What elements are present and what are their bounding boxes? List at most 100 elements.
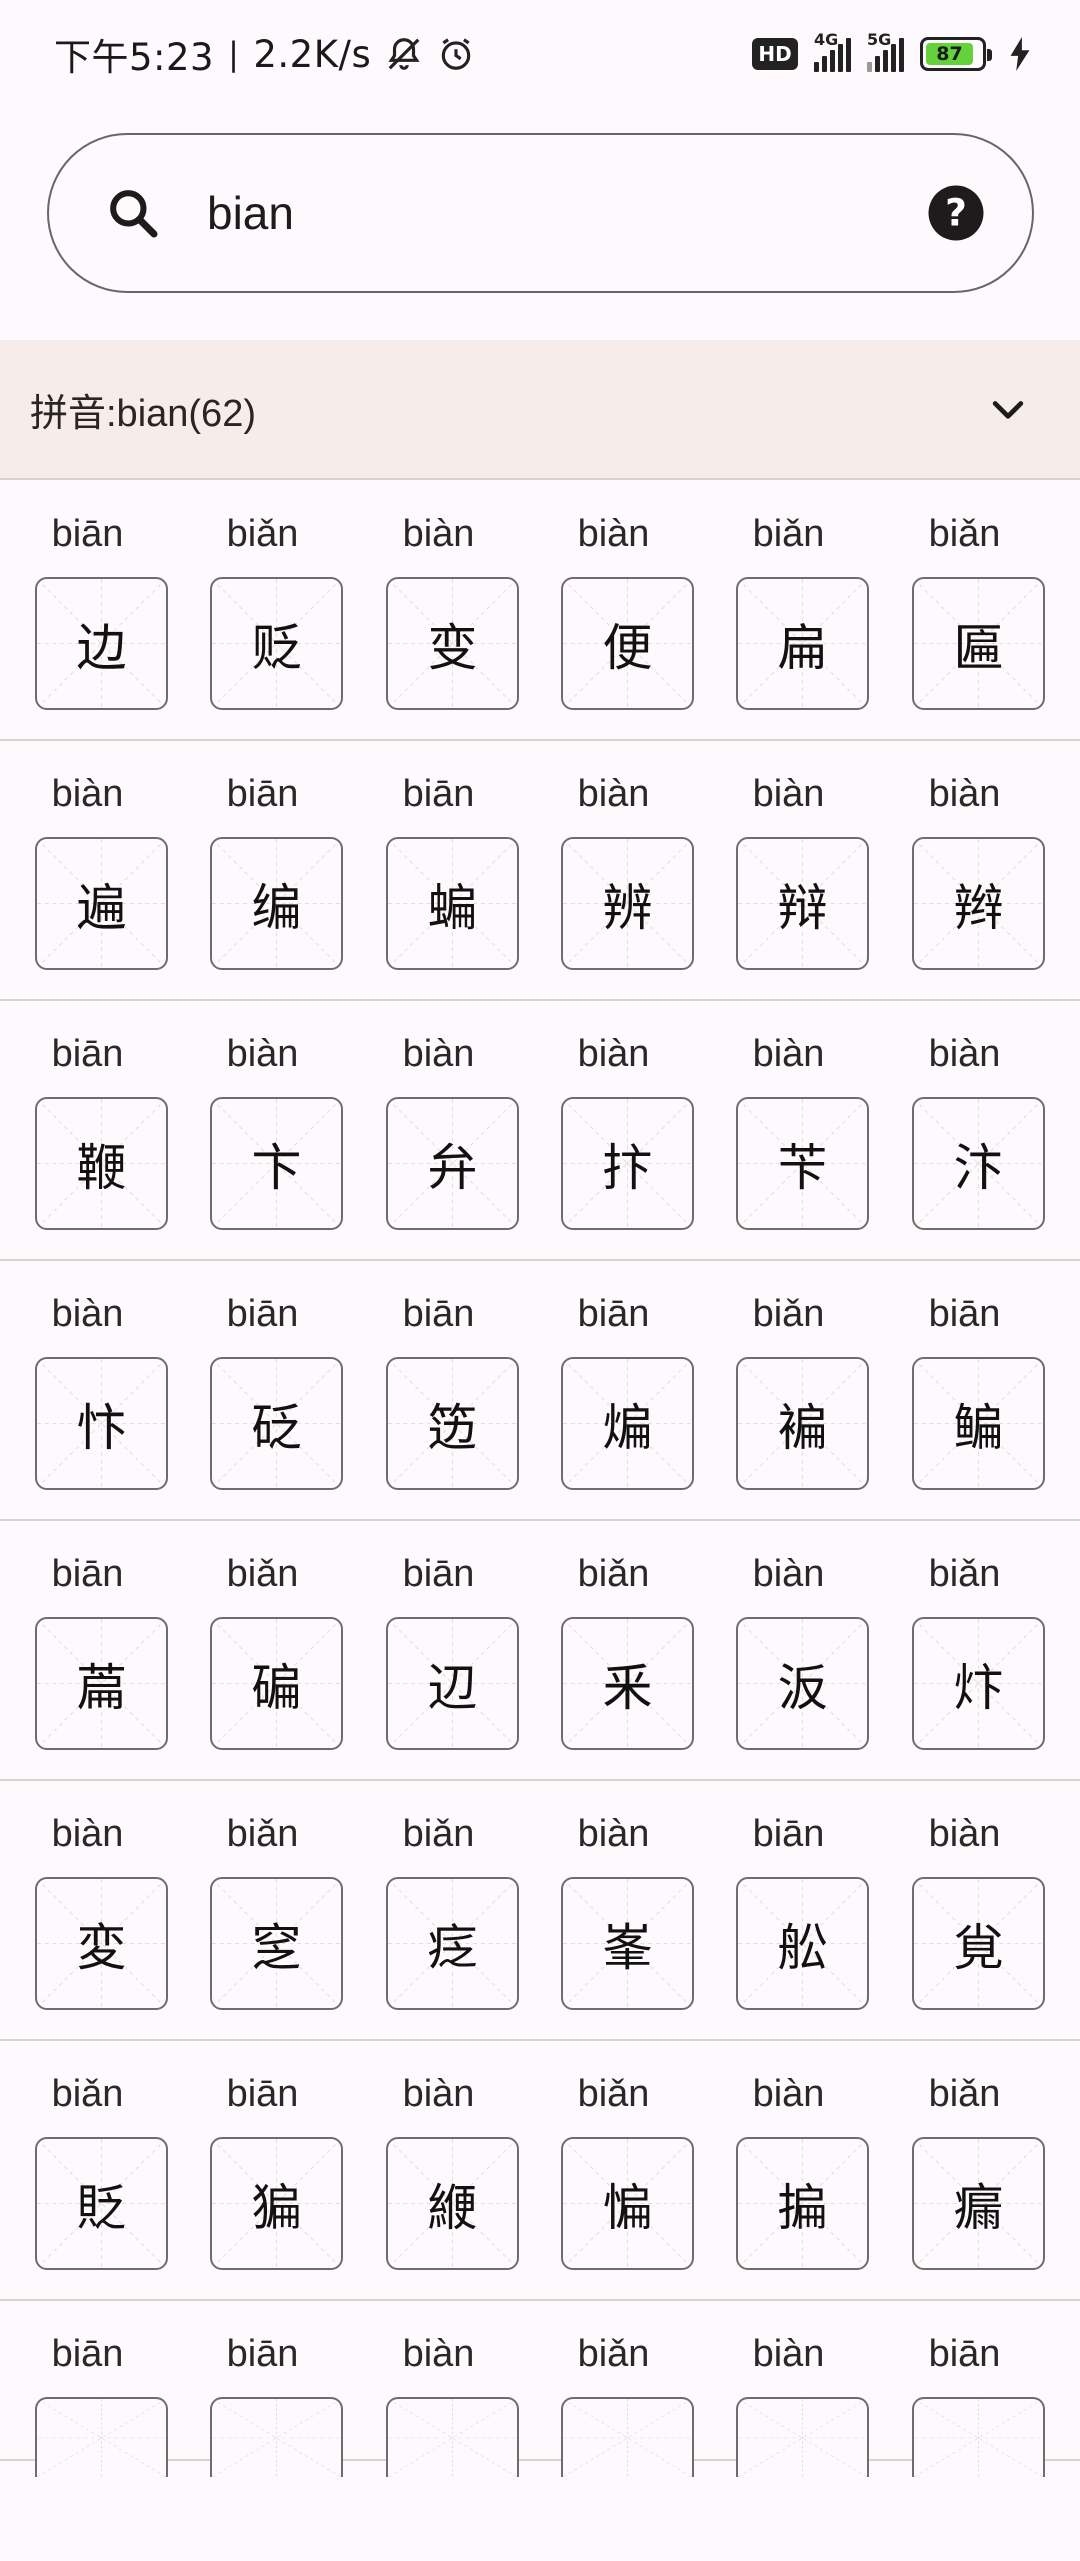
character-card[interactable]: 炞 xyxy=(912,1617,1045,1750)
character-card[interactable]: 蝙 xyxy=(386,837,519,970)
character-card[interactable] xyxy=(912,2397,1045,2477)
character-card[interactable]: 遍 xyxy=(35,837,168,970)
pinyin-label: biàn xyxy=(928,1033,1001,1075)
character-card[interactable]: 鞭 xyxy=(35,1097,168,1230)
character-card[interactable]: 変 xyxy=(35,1877,168,2010)
character-card[interactable]: 卞 xyxy=(210,1097,343,1230)
character-cell: biǎn 匾 xyxy=(877,481,1052,741)
search-box[interactable]: ? xyxy=(47,133,1034,293)
character-card[interactable] xyxy=(736,2397,869,2477)
character-card[interactable]: 砭 xyxy=(210,1357,343,1490)
hanzi-character: 鞭 xyxy=(76,1138,127,1197)
character-cell: biǎn 瘺 xyxy=(877,2041,1052,2301)
alarm-icon xyxy=(437,35,475,73)
pinyin-group-header[interactable]: 拼音:bian(62) xyxy=(0,340,1080,480)
character-card[interactable]: 窆 xyxy=(210,1877,343,2010)
hanzi-character: 揙 xyxy=(777,2178,828,2237)
search-input[interactable] xyxy=(207,186,924,240)
character-card[interactable]: 辩 xyxy=(736,837,869,970)
character-card[interactable]: 緶 xyxy=(386,2137,519,2270)
battery-icon: 87 xyxy=(920,37,992,71)
character-card[interactable] xyxy=(386,2397,519,2477)
help-icon[interactable]: ? xyxy=(924,181,988,245)
character-cell: biàn 卞 xyxy=(175,1001,350,1261)
character-cell: biàn 忭 xyxy=(0,1261,175,1521)
character-cell: biǎn xyxy=(526,2301,701,2561)
character-cell: biàn 抃 xyxy=(526,1001,701,1261)
character-cell: biàn 覍 xyxy=(877,1781,1052,2041)
character-cell: biān 猵 xyxy=(175,2041,350,2301)
character-card[interactable]: 疺 xyxy=(386,1877,519,2010)
hanzi-character: 变 xyxy=(427,618,478,677)
character-row: biàn 忭 biān 砭 biān 笾 biān 煸 biǎn 褊 biān 鳊 xyxy=(0,1261,1080,1521)
character-cell: biān 鳊 xyxy=(877,1261,1052,1521)
character-card[interactable]: 匾 xyxy=(912,577,1045,710)
character-card[interactable]: 笾 xyxy=(386,1357,519,1490)
character-cell: biǎn 貶 xyxy=(0,2041,175,2301)
character-card[interactable]: 边 xyxy=(35,577,168,710)
character-cell: biān 笾 xyxy=(351,1261,526,1521)
character-card[interactable]: 萹 xyxy=(35,1617,168,1750)
hanzi-character: 便 xyxy=(602,618,653,677)
character-cell: biàn 辩 xyxy=(701,741,876,1001)
character-card[interactable]: 鳊 xyxy=(912,1357,1045,1490)
character-card[interactable]: 汳 xyxy=(736,1617,869,1750)
character-card[interactable]: 辨 xyxy=(561,837,694,970)
hanzi-character: 貶 xyxy=(76,2178,127,2237)
hanzi-character: 猵 xyxy=(251,2178,302,2237)
character-card[interactable]: 舩 xyxy=(736,1877,869,2010)
character-card[interactable]: 辫 xyxy=(912,837,1045,970)
hanzi-character: 萹 xyxy=(76,1658,127,1717)
character-row: biàn 遍 biān 编 biān 蝙 biàn 辨 biàn 辩 biàn 辫 xyxy=(0,741,1080,1001)
character-row: biān 边 biǎn 贬 biàn 变 biàn 便 biǎn 扁 biǎn 匾 xyxy=(0,481,1080,741)
hanzi-character: 窆 xyxy=(251,1918,302,1977)
pinyin-label: biǎn xyxy=(928,513,1001,555)
pinyin-label: biàn xyxy=(752,2073,825,2115)
character-cell: biǎn 疺 xyxy=(351,1781,526,2041)
status-right: HD 4G 5G 87 xyxy=(752,30,1030,72)
pinyin-label: biàn xyxy=(51,1293,124,1335)
character-card[interactable] xyxy=(210,2397,343,2477)
hanzi-character xyxy=(563,2399,692,2477)
hanzi-character: 边 xyxy=(76,618,127,677)
character-card[interactable]: 覍 xyxy=(912,1877,1045,2010)
character-card[interactable]: 抃 xyxy=(561,1097,694,1230)
character-card[interactable] xyxy=(35,2397,168,2477)
character-cell: biān 砭 xyxy=(175,1261,350,1521)
character-card[interactable]: 扁 xyxy=(736,577,869,710)
character-card[interactable]: 辺 xyxy=(386,1617,519,1750)
hanzi-character: 瘺 xyxy=(953,2178,1004,2237)
character-card[interactable]: 峯 xyxy=(561,1877,694,2010)
character-card[interactable]: 猵 xyxy=(210,2137,343,2270)
pinyin-label: biān xyxy=(577,1293,650,1335)
hanzi-character: 炞 xyxy=(953,1658,1004,1717)
pinyin-label: biàn xyxy=(51,773,124,815)
character-cell: biān xyxy=(175,2301,350,2561)
signal-5g-icon: 5G xyxy=(867,30,904,72)
character-card[interactable]: 碥 xyxy=(210,1617,343,1750)
character-card[interactable]: 便 xyxy=(561,577,694,710)
character-card[interactable]: 煸 xyxy=(561,1357,694,1490)
character-card[interactable]: 苄 xyxy=(736,1097,869,1230)
character-card[interactable]: 贬 xyxy=(210,577,343,710)
character-card[interactable]: 忭 xyxy=(35,1357,168,1490)
chevron-down-icon[interactable] xyxy=(980,381,1036,437)
character-card[interactable]: 惼 xyxy=(561,2137,694,2270)
character-card[interactable]: 变 xyxy=(386,577,519,710)
character-card[interactable] xyxy=(561,2397,694,2477)
character-cell: biàn 便 xyxy=(526,481,701,741)
character-card[interactable]: 貶 xyxy=(35,2137,168,2270)
hanzi-character: 辨 xyxy=(602,878,653,937)
pinyin-label: biàn xyxy=(402,2073,475,2115)
character-card[interactable]: 揙 xyxy=(736,2137,869,2270)
character-card[interactable]: 弁 xyxy=(386,1097,519,1230)
character-card[interactable]: 编 xyxy=(210,837,343,970)
character-card[interactable]: 釆 xyxy=(561,1617,694,1750)
hanzi-character xyxy=(388,2399,517,2477)
character-card[interactable]: 褊 xyxy=(736,1357,869,1490)
character-card[interactable]: 瘺 xyxy=(912,2137,1045,2270)
hd-badge: HD xyxy=(752,38,798,70)
hanzi-character: 砭 xyxy=(251,1398,302,1457)
character-card[interactable]: 汴 xyxy=(912,1097,1045,1230)
pinyin-label: biān xyxy=(226,773,299,815)
